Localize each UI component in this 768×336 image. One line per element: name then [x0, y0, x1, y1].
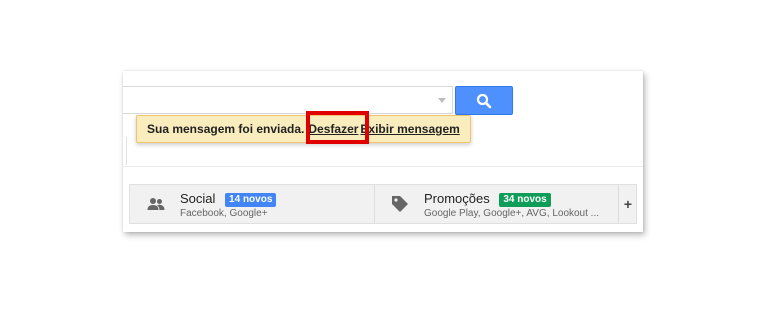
- search-icon: [476, 93, 492, 108]
- new-count-badge: 14 novos: [225, 193, 277, 207]
- notification-message: Sua mensagem foi enviada.: [147, 122, 305, 136]
- inbox-panel: Sua mensagem foi enviada. Desfazer Exibi…: [123, 71, 643, 232]
- tab-label: Social: [180, 191, 216, 206]
- search-button[interactable]: [455, 86, 513, 115]
- sent-notification: Sua mensagem foi enviada. Desfazer Exibi…: [136, 115, 471, 143]
- tab-promotions[interactable]: Promoções 34 novos Google Play, Google+,…: [374, 185, 618, 223]
- tab-title: Social 14 novos: [180, 191, 277, 207]
- search-input[interactable]: [129, 88, 433, 114]
- view-message-link[interactable]: Exibir mensagem: [360, 122, 459, 136]
- tab-senders: Facebook, Google+: [180, 208, 268, 219]
- add-tab-button[interactable]: +: [618, 185, 637, 223]
- tab-social[interactable]: Social 14 novos Facebook, Google+: [130, 185, 375, 223]
- search-field[interactable]: [123, 86, 453, 114]
- divider: [123, 166, 643, 167]
- new-count-badge: 34 novos: [499, 193, 551, 207]
- undo-link[interactable]: Desfazer: [308, 122, 358, 136]
- tab-title: Promoções 34 novos: [424, 191, 551, 207]
- tab-senders: Google Play, Google+, AVG, Lookout ...: [424, 208, 600, 219]
- people-icon: [147, 198, 165, 210]
- tag-icon: [392, 196, 408, 212]
- category-tabs: Social 14 novos Facebook, Google+ Promoç…: [129, 184, 637, 224]
- search-options-caret-icon[interactable]: [438, 98, 446, 103]
- tab-label: Promoções: [424, 191, 490, 206]
- toolbar-edge: [123, 137, 127, 165]
